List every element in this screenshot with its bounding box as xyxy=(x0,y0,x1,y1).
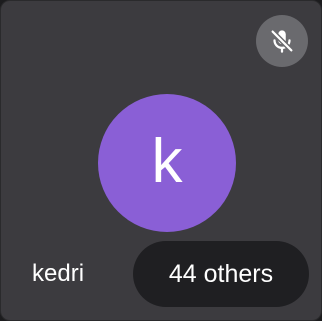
participant-name: kedri xyxy=(32,260,85,287)
others-button[interactable]: 44 others xyxy=(133,241,309,307)
mic-off-icon xyxy=(270,29,294,53)
avatar: k xyxy=(98,94,236,232)
others-label: 44 others xyxy=(168,260,274,288)
avatar-initial: k xyxy=(151,127,183,196)
participant-tile: k kedri 44 others xyxy=(0,0,322,321)
mic-muted-indicator[interactable] xyxy=(256,15,308,67)
